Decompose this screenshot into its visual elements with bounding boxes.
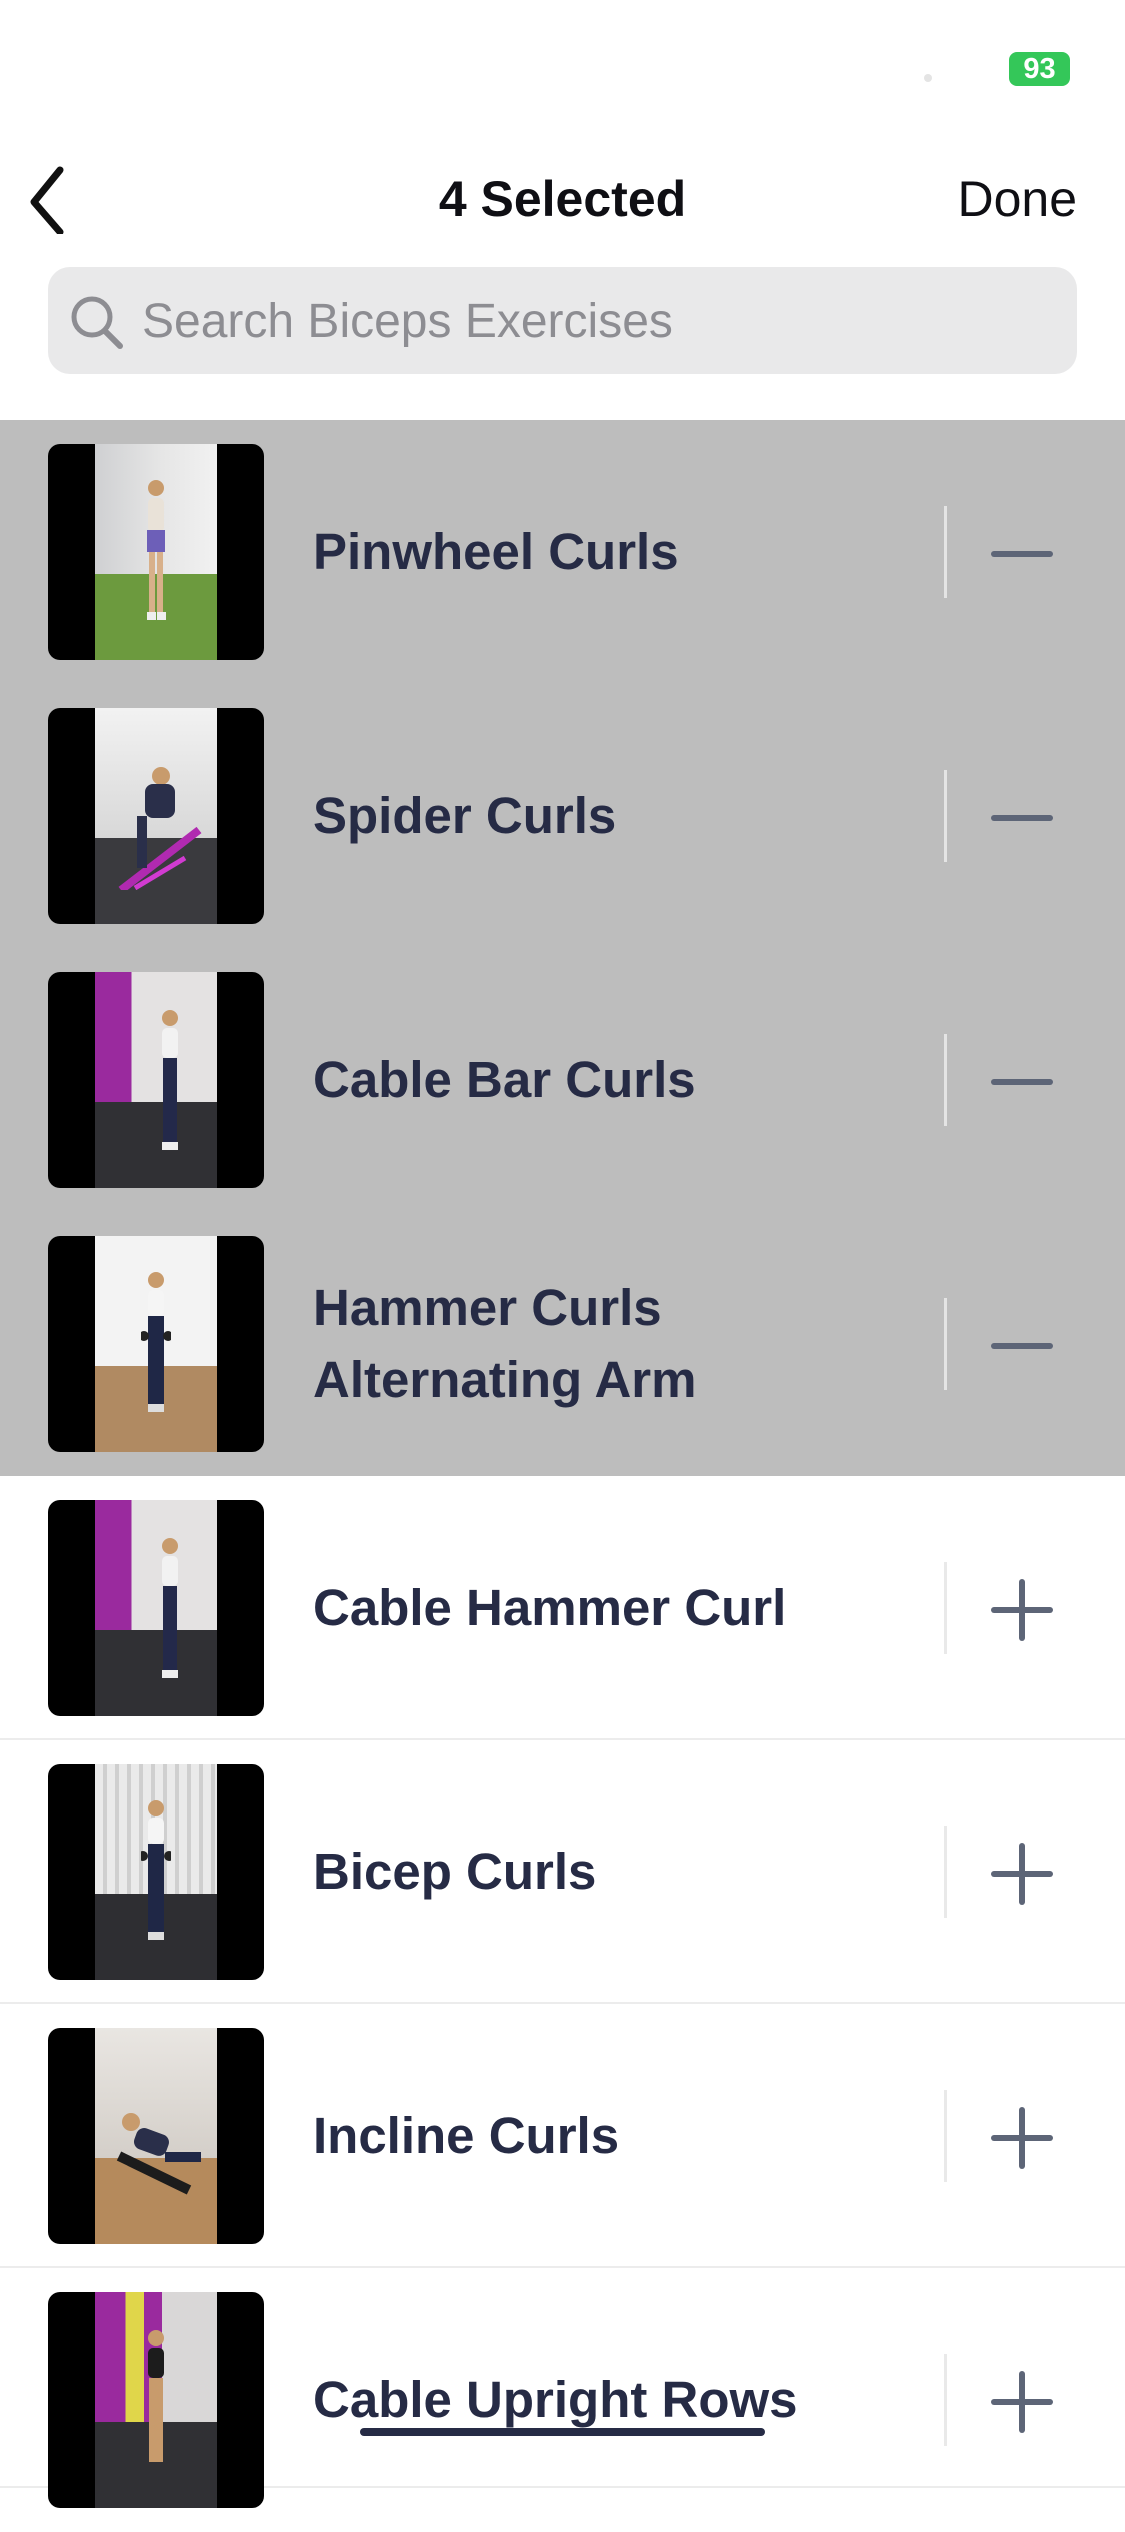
- exercise-name: Incline Curls: [313, 2107, 620, 2164]
- done-button[interactable]: Done: [957, 170, 1077, 228]
- row-divider: [944, 1298, 947, 1390]
- row-divider: [944, 2090, 947, 2182]
- search-bar[interactable]: [48, 267, 1077, 376]
- status-bar: 93: [0, 0, 1125, 130]
- remove-exercise-button[interactable]: [980, 776, 1064, 860]
- minus-icon: [991, 1079, 1053, 1085]
- exercise-row[interactable]: Bicep Curls: [0, 1740, 1125, 2004]
- row-divider: [944, 1034, 947, 1126]
- exercise-thumbnail: [48, 2028, 264, 2244]
- row-divider: [944, 1562, 947, 1654]
- exercise-name: Cable Upright Rows: [313, 2371, 798, 2428]
- search-input[interactable]: [140, 267, 1044, 376]
- exercise-row[interactable]: Hammer Curls Alternating Arm: [0, 1212, 1125, 1476]
- exercise-list: Pinwheel Curls Spider Curls Cable Bar Cu…: [0, 420, 1125, 2508]
- page-title: 4 Selected: [438, 171, 687, 227]
- plus-icon: [991, 1579, 1053, 1641]
- minus-icon: [991, 1343, 1053, 1349]
- exercise-row[interactable]: Cable Upright Rows: [0, 2268, 1125, 2508]
- exercise-thumbnail: [48, 1236, 264, 1452]
- exercise-row[interactable]: Pinwheel Curls: [0, 420, 1125, 684]
- row-divider: [944, 2354, 947, 2446]
- exercise-name: Cable Hammer Curl: [313, 1579, 787, 1636]
- back-button[interactable]: [18, 164, 88, 236]
- exercise-name: Pinwheel Curls: [313, 523, 679, 580]
- remove-exercise-button[interactable]: [980, 512, 1064, 596]
- nav-bar: 4 Selected Done: [0, 150, 1125, 250]
- exercise-thumbnail: [48, 1764, 264, 1980]
- battery-indicator: 93: [1009, 52, 1070, 86]
- exercise-thumbnail: [48, 708, 264, 924]
- minus-icon: [991, 551, 1053, 557]
- exercise-thumbnail: [48, 1500, 264, 1716]
- exercise-thumbnail: [48, 444, 264, 660]
- exercise-row[interactable]: Spider Curls: [0, 684, 1125, 948]
- row-divider: [944, 506, 947, 598]
- text-scribble-mark: [360, 2428, 765, 2436]
- status-indicator-dot: [924, 74, 932, 82]
- exercise-name: Spider Curls: [313, 787, 617, 844]
- search-icon: [71, 296, 123, 349]
- row-divider: [944, 1826, 947, 1918]
- add-exercise-button[interactable]: [980, 2360, 1064, 2444]
- exercise-row[interactable]: Cable Hammer Curl: [0, 1476, 1125, 1740]
- minus-icon: [991, 815, 1053, 821]
- exercise-name: Bicep Curls: [313, 1843, 597, 1900]
- exercise-thumbnail: [48, 972, 264, 1188]
- plus-icon: [991, 2107, 1053, 2169]
- remove-exercise-button[interactable]: [980, 1304, 1064, 1388]
- add-exercise-button[interactable]: [980, 1568, 1064, 1652]
- exercise-name: Hammer Curls Alternating Arm: [313, 1279, 697, 1408]
- exercise-thumbnail: [48, 2292, 264, 2508]
- exercise-row[interactable]: Cable Bar Curls: [0, 948, 1125, 1212]
- add-exercise-button[interactable]: [980, 2096, 1064, 2180]
- row-divider: [944, 770, 947, 862]
- plus-icon: [991, 1843, 1053, 1905]
- exercise-name: Cable Bar Curls: [313, 1051, 696, 1108]
- add-exercise-button[interactable]: [980, 1832, 1064, 1916]
- exercise-row[interactable]: Incline Curls: [0, 2004, 1125, 2268]
- remove-exercise-button[interactable]: [980, 1040, 1064, 1124]
- plus-icon: [991, 2371, 1053, 2433]
- chevron-left-icon: [30, 166, 64, 236]
